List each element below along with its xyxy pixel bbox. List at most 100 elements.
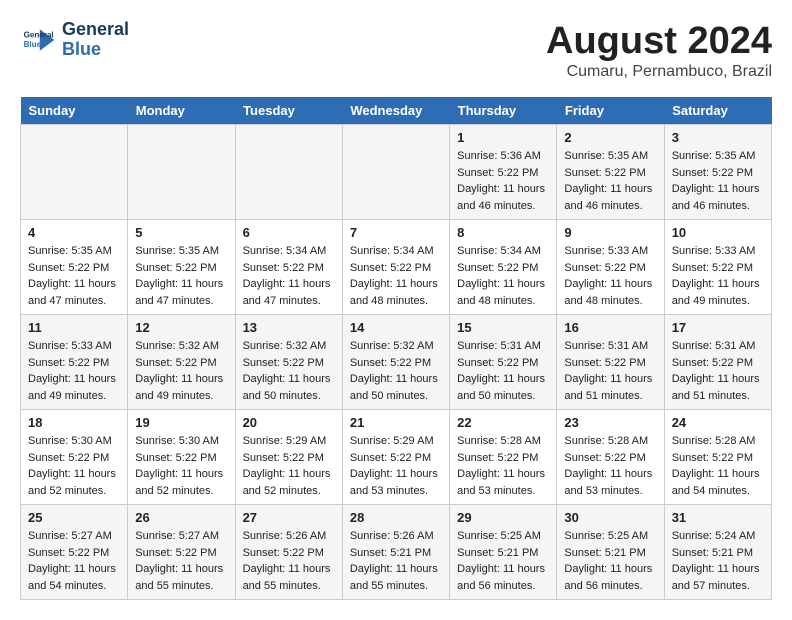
- day-number: 19: [135, 415, 227, 430]
- day-number: 7: [350, 225, 442, 240]
- logo-line1: General: [62, 20, 129, 40]
- day-number: 27: [243, 510, 335, 525]
- calendar-cell: 21 Sunrise: 5:29 AMSunset: 5:22 PMDayligh…: [342, 410, 449, 505]
- calendar-cell: 12 Sunrise: 5:32 AMSunset: 5:22 PMDayligh…: [128, 315, 235, 410]
- day-info: Sunrise: 5:26 AMSunset: 5:21 PMDaylight:…: [350, 528, 442, 594]
- week-row-1: 1Sunrise: 5:36 AMSunset: 5:22 PMDaylight…: [21, 125, 772, 220]
- day-number: 31: [672, 510, 764, 525]
- calendar-cell: 23Sunrise: 5:28 AMSunset: 5:22 PMDayligh…: [557, 410, 664, 505]
- logo-line2: Blue: [62, 40, 129, 60]
- calendar-cell: 17Sunrise: 5:31 AMSunset: 5:22 PMDayligh…: [664, 315, 771, 410]
- calendar-cell: 8Sunrise: 5:34 AMSunset: 5:22 PMDaylight…: [450, 220, 557, 315]
- calendar-cell: 14 Sunrise: 5:32 AMSunset: 5:22 PMDayligh…: [342, 315, 449, 410]
- day-info: Sunrise: 5:35 AMSunset: 5:22 PMDaylight:…: [135, 243, 227, 309]
- calendar-cell: 15Sunrise: 5:31 AMSunset: 5:22 PMDayligh…: [450, 315, 557, 410]
- page-header: General Blue General Blue August 2024 Cu…: [20, 20, 772, 81]
- calendar-cell: 5 Sunrise: 5:35 AMSunset: 5:22 PMDaylight…: [128, 220, 235, 315]
- calendar-cell: 29 Sunrise: 5:25 AMSunset: 5:21 PMDayligh…: [450, 505, 557, 600]
- weekday-header-monday: Monday: [128, 97, 235, 125]
- day-info: Sunrise: 5:25 AMSunset: 5:21 PMDaylight:…: [457, 528, 549, 594]
- week-row-4: 18Sunrise: 5:30 AMSunset: 5:22 PMDayligh…: [21, 410, 772, 505]
- day-number: 13: [243, 320, 335, 335]
- calendar-cell: 31Sunrise: 5:24 AMSunset: 5:21 PMDayligh…: [664, 505, 771, 600]
- calendar-cell: 1Sunrise: 5:36 AMSunset: 5:22 PMDaylight…: [450, 125, 557, 220]
- day-info: Sunrise: 5:31 AMSunset: 5:22 PMDaylight:…: [564, 338, 656, 404]
- day-number: 28: [350, 510, 442, 525]
- day-number: 29: [457, 510, 549, 525]
- day-number: 30: [564, 510, 656, 525]
- day-number: 11: [28, 320, 120, 335]
- day-info: Sunrise: 5:34 AMSunset: 5:22 PMDaylight:…: [350, 243, 442, 309]
- day-info: Sunrise: 5:34 AMSunset: 5:22 PMDaylight:…: [457, 243, 549, 309]
- calendar-cell: 30 Sunrise: 5:25 AMSunset: 5:21 PMDayligh…: [557, 505, 664, 600]
- day-info: Sunrise: 5:32 AMSunset: 5:22 PMDaylight:…: [350, 338, 442, 404]
- day-number: 24: [672, 415, 764, 430]
- calendar-cell: 25 Sunrise: 5:27 AMSunset: 5:22 PMDayligh…: [21, 505, 128, 600]
- week-row-5: 25 Sunrise: 5:27 AMSunset: 5:22 PMDayligh…: [21, 505, 772, 600]
- day-info: Sunrise: 5:35 AMSunset: 5:22 PMDaylight:…: [672, 148, 764, 214]
- day-number: 2: [564, 130, 656, 145]
- day-number: 21: [350, 415, 442, 430]
- calendar-cell: 19Sunrise: 5:30 AMSunset: 5:22 PMDayligh…: [128, 410, 235, 505]
- weekday-header-row: SundayMondayTuesdayWednesdayThursdayFrid…: [21, 97, 772, 125]
- day-number: 14: [350, 320, 442, 335]
- day-info: Sunrise: 5:32 AMSunset: 5:22 PMDaylight:…: [135, 338, 227, 404]
- day-number: 6: [243, 225, 335, 240]
- day-info: Sunrise: 5:32 AMSunset: 5:22 PMDaylight:…: [243, 338, 335, 404]
- day-info: Sunrise: 5:25 AMSunset: 5:21 PMDaylight:…: [564, 528, 656, 594]
- day-info: Sunrise: 5:28 AMSunset: 5:22 PMDaylight:…: [672, 433, 764, 499]
- day-number: 17: [672, 320, 764, 335]
- day-number: 18: [28, 415, 120, 430]
- calendar-cell: [21, 125, 128, 220]
- day-number: 26: [135, 510, 227, 525]
- calendar-cell: 28 Sunrise: 5:26 AMSunset: 5:21 PMDayligh…: [342, 505, 449, 600]
- day-number: 25: [28, 510, 120, 525]
- logo-icon: General Blue: [20, 22, 56, 58]
- day-number: 22: [457, 415, 549, 430]
- day-info: Sunrise: 5:33 AMSunset: 5:22 PMDaylight:…: [672, 243, 764, 309]
- day-number: 10: [672, 225, 764, 240]
- day-info: Sunrise: 5:35 AMSunset: 5:22 PMDaylight:…: [564, 148, 656, 214]
- week-row-2: 4 Sunrise: 5:35 AMSunset: 5:22 PMDaylight…: [21, 220, 772, 315]
- day-number: 5: [135, 225, 227, 240]
- day-info: Sunrise: 5:27 AMSunset: 5:22 PMDaylight:…: [28, 528, 120, 594]
- day-number: 4: [28, 225, 120, 240]
- calendar-cell: 3 Sunrise: 5:35 AMSunset: 5:22 PMDaylight…: [664, 125, 771, 220]
- calendar-cell: 7 Sunrise: 5:34 AMSunset: 5:22 PMDaylight…: [342, 220, 449, 315]
- calendar-cell: [342, 125, 449, 220]
- title-area: August 2024 Cumaru, Pernambuco, Brazil: [546, 20, 772, 81]
- day-info: Sunrise: 5:33 AMSunset: 5:22 PMDaylight:…: [28, 338, 120, 404]
- weekday-header-saturday: Saturday: [664, 97, 771, 125]
- day-info: Sunrise: 5:28 AMSunset: 5:22 PMDaylight:…: [457, 433, 549, 499]
- calendar-cell: 22 Sunrise: 5:28 AMSunset: 5:22 PMDayligh…: [450, 410, 557, 505]
- calendar-cell: [235, 125, 342, 220]
- logo: General Blue General Blue: [20, 20, 129, 60]
- month-title: August 2024: [546, 20, 772, 63]
- day-info: Sunrise: 5:31 AMSunset: 5:22 PMDaylight:…: [457, 338, 549, 404]
- day-info: Sunrise: 5:26 AMSunset: 5:22 PMDaylight:…: [243, 528, 335, 594]
- day-info: Sunrise: 5:34 AMSunset: 5:22 PMDaylight:…: [243, 243, 335, 309]
- day-number: 16: [564, 320, 656, 335]
- day-number: 3: [672, 130, 764, 145]
- calendar-cell: 20 Sunrise: 5:29 AMSunset: 5:22 PMDayligh…: [235, 410, 342, 505]
- calendar-cell: 27 Sunrise: 5:26 AMSunset: 5:22 PMDayligh…: [235, 505, 342, 600]
- weekday-header-tuesday: Tuesday: [235, 97, 342, 125]
- svg-text:Blue: Blue: [24, 40, 42, 49]
- logo-text: General Blue: [62, 20, 129, 60]
- day-info: Sunrise: 5:36 AMSunset: 5:22 PMDaylight:…: [457, 148, 549, 214]
- calendar-cell: 10 Sunrise: 5:33 AMSunset: 5:22 PMDayligh…: [664, 220, 771, 315]
- day-info: Sunrise: 5:27 AMSunset: 5:22 PMDaylight:…: [135, 528, 227, 594]
- calendar-cell: 4Sunrise: 5:35 AMSunset: 5:22 PMDaylight…: [21, 220, 128, 315]
- svg-text:General: General: [24, 30, 54, 39]
- day-info: Sunrise: 5:29 AMSunset: 5:22 PMDaylight:…: [350, 433, 442, 499]
- weekday-header-wednesday: Wednesday: [342, 97, 449, 125]
- week-row-3: 11 Sunrise: 5:33 AMSunset: 5:22 PMDayligh…: [21, 315, 772, 410]
- calendar-cell: 16 Sunrise: 5:31 AMSunset: 5:22 PMDayligh…: [557, 315, 664, 410]
- day-number: 12: [135, 320, 227, 335]
- day-info: Sunrise: 5:29 AMSunset: 5:22 PMDaylight:…: [243, 433, 335, 499]
- calendar-cell: 6 Sunrise: 5:34 AMSunset: 5:22 PMDaylight…: [235, 220, 342, 315]
- weekday-header-thursday: Thursday: [450, 97, 557, 125]
- day-number: 20: [243, 415, 335, 430]
- day-info: Sunrise: 5:28 AMSunset: 5:22 PMDaylight:…: [564, 433, 656, 499]
- calendar-table: SundayMondayTuesdayWednesdayThursdayFrid…: [20, 97, 772, 600]
